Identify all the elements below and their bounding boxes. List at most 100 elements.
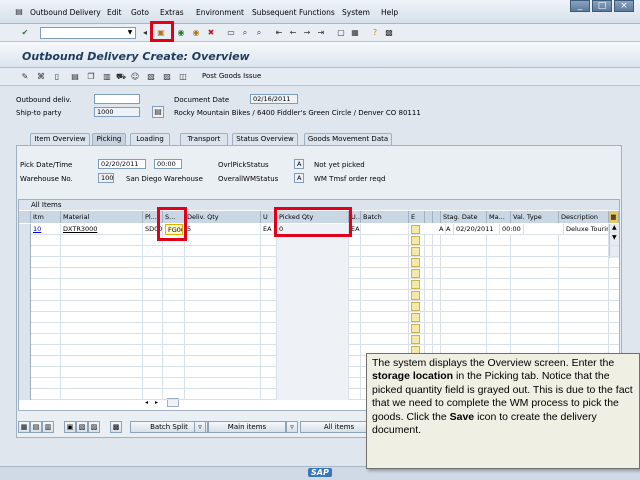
maximize-button[interactable]: □ (592, 0, 612, 12)
row-selector[interactable] (19, 224, 31, 235)
empty-cell[interactable] (487, 290, 511, 301)
empty-cell[interactable] (349, 345, 361, 356)
empty-cell[interactable] (511, 323, 559, 334)
empty-cell[interactable] (185, 246, 261, 257)
empty-cell[interactable] (511, 290, 559, 301)
empty-cell[interactable] (487, 246, 511, 257)
pick-date-field[interactable]: 02/20/2011 (98, 159, 146, 169)
empty-cell[interactable] (425, 323, 433, 334)
empty-cell[interactable] (433, 323, 441, 334)
enter-icon[interactable]: ✔ (20, 28, 30, 38)
empty-cell[interactable] (61, 323, 143, 334)
empty-cell[interactable] (511, 312, 559, 323)
empty-cell[interactable] (433, 279, 441, 290)
empty-cell[interactable] (261, 301, 277, 312)
cell-ma[interactable]: 00:00 (500, 224, 524, 235)
col-ma[interactable]: Ma... (487, 211, 511, 223)
empty-cell[interactable] (559, 257, 609, 268)
empty-cell[interactable] (31, 312, 61, 323)
status-icon[interactable]: ◫ (178, 72, 188, 82)
col-material[interactable]: Material (61, 211, 143, 223)
empty-cell[interactable] (511, 235, 559, 246)
select-block-button[interactable]: ▤ (30, 421, 42, 433)
menu-edit[interactable]: Edit (107, 8, 122, 17)
empty-cell[interactable] (361, 246, 409, 257)
empty-table-row[interactable] (19, 334, 619, 345)
row-selector[interactable] (19, 389, 31, 400)
empty-cell[interactable] (441, 246, 487, 257)
empty-cell[interactable] (349, 301, 361, 312)
empty-table-row[interactable] (19, 290, 619, 301)
empty-cell[interactable] (361, 279, 409, 290)
empty-cell[interactable] (31, 323, 61, 334)
empty-cell[interactable] (163, 334, 185, 345)
display-icon[interactable]: ⌘ (36, 72, 46, 82)
empty-cell[interactable] (349, 279, 361, 290)
empty-cell[interactable] (441, 334, 487, 345)
empty-cell[interactable] (261, 345, 277, 356)
cell-material[interactable]: DXTR3000 (61, 224, 143, 235)
empty-cell[interactable] (61, 334, 143, 345)
empty-cell[interactable] (261, 268, 277, 279)
batch-marker-cell[interactable] (411, 269, 420, 278)
empty-cell[interactable] (143, 268, 163, 279)
first-page-icon[interactable]: ⇤ (274, 28, 284, 38)
empty-cell[interactable] (31, 301, 61, 312)
empty-cell[interactable] (143, 301, 163, 312)
row-selector[interactable] (19, 268, 31, 279)
cancel-icon[interactable]: ✖ (206, 28, 216, 38)
empty-cell[interactable] (559, 235, 609, 246)
empty-cell[interactable] (31, 389, 61, 400)
menu-subsequent-functions[interactable]: Subsequent Functions (252, 8, 335, 17)
empty-cell[interactable] (31, 268, 61, 279)
empty-cell[interactable] (261, 246, 277, 257)
empty-cell[interactable] (349, 367, 361, 378)
post-goods-issue-button[interactable]: Post Goods Issue (202, 72, 261, 80)
empty-cell[interactable] (425, 235, 433, 246)
pick-time-field[interactable]: 00:00 (154, 159, 182, 169)
menu-environment[interactable]: Environment (196, 8, 244, 17)
empty-cell[interactable] (487, 312, 511, 323)
minimize-button[interactable]: _ (570, 0, 590, 12)
last-page-icon[interactable]: ⇥ (316, 28, 326, 38)
row-selector[interactable] (19, 367, 31, 378)
empty-cell[interactable] (163, 246, 185, 257)
empty-table-row[interactable] (19, 279, 619, 290)
empty-cell[interactable] (31, 246, 61, 257)
col-select[interactable] (19, 211, 31, 223)
empty-cell[interactable] (433, 235, 441, 246)
empty-cell[interactable] (511, 246, 559, 257)
empty-cell[interactable] (185, 235, 261, 246)
new-session-icon[interactable]: ▢ (336, 28, 346, 38)
empty-cell[interactable] (261, 356, 277, 367)
empty-cell[interactable] (185, 323, 261, 334)
empty-cell[interactable] (361, 268, 409, 279)
empty-cell[interactable] (433, 290, 441, 301)
next-page-icon[interactable]: → (302, 28, 312, 38)
empty-cell[interactable] (163, 312, 185, 323)
menu-help[interactable]: Help (381, 8, 398, 17)
row-selector[interactable] (19, 290, 31, 301)
empty-cell[interactable] (163, 378, 185, 389)
texts-icon[interactable]: ▧ (146, 72, 156, 82)
print-icon[interactable]: ▭ (226, 28, 236, 38)
empty-cell[interactable] (163, 389, 185, 400)
empty-cell[interactable] (31, 290, 61, 301)
empty-cell[interactable] (433, 257, 441, 268)
empty-cell[interactable] (433, 301, 441, 312)
help-icon[interactable]: ? (370, 28, 380, 38)
empty-cell[interactable] (425, 312, 433, 323)
empty-cell[interactable] (261, 378, 277, 389)
col-e[interactable]: E (409, 211, 425, 223)
row-selector[interactable] (19, 235, 31, 246)
empty-cell[interactable] (425, 334, 433, 345)
empty-cell[interactable] (441, 290, 487, 301)
empty-cell[interactable] (425, 290, 433, 301)
batch-marker-cell[interactable] (411, 291, 420, 300)
empty-cell[interactable] (185, 301, 261, 312)
empty-cell[interactable] (31, 235, 61, 246)
row-selector[interactable] (19, 323, 31, 334)
empty-cell[interactable] (511, 334, 559, 345)
empty-cell[interactable] (361, 301, 409, 312)
empty-cell[interactable] (559, 268, 609, 279)
